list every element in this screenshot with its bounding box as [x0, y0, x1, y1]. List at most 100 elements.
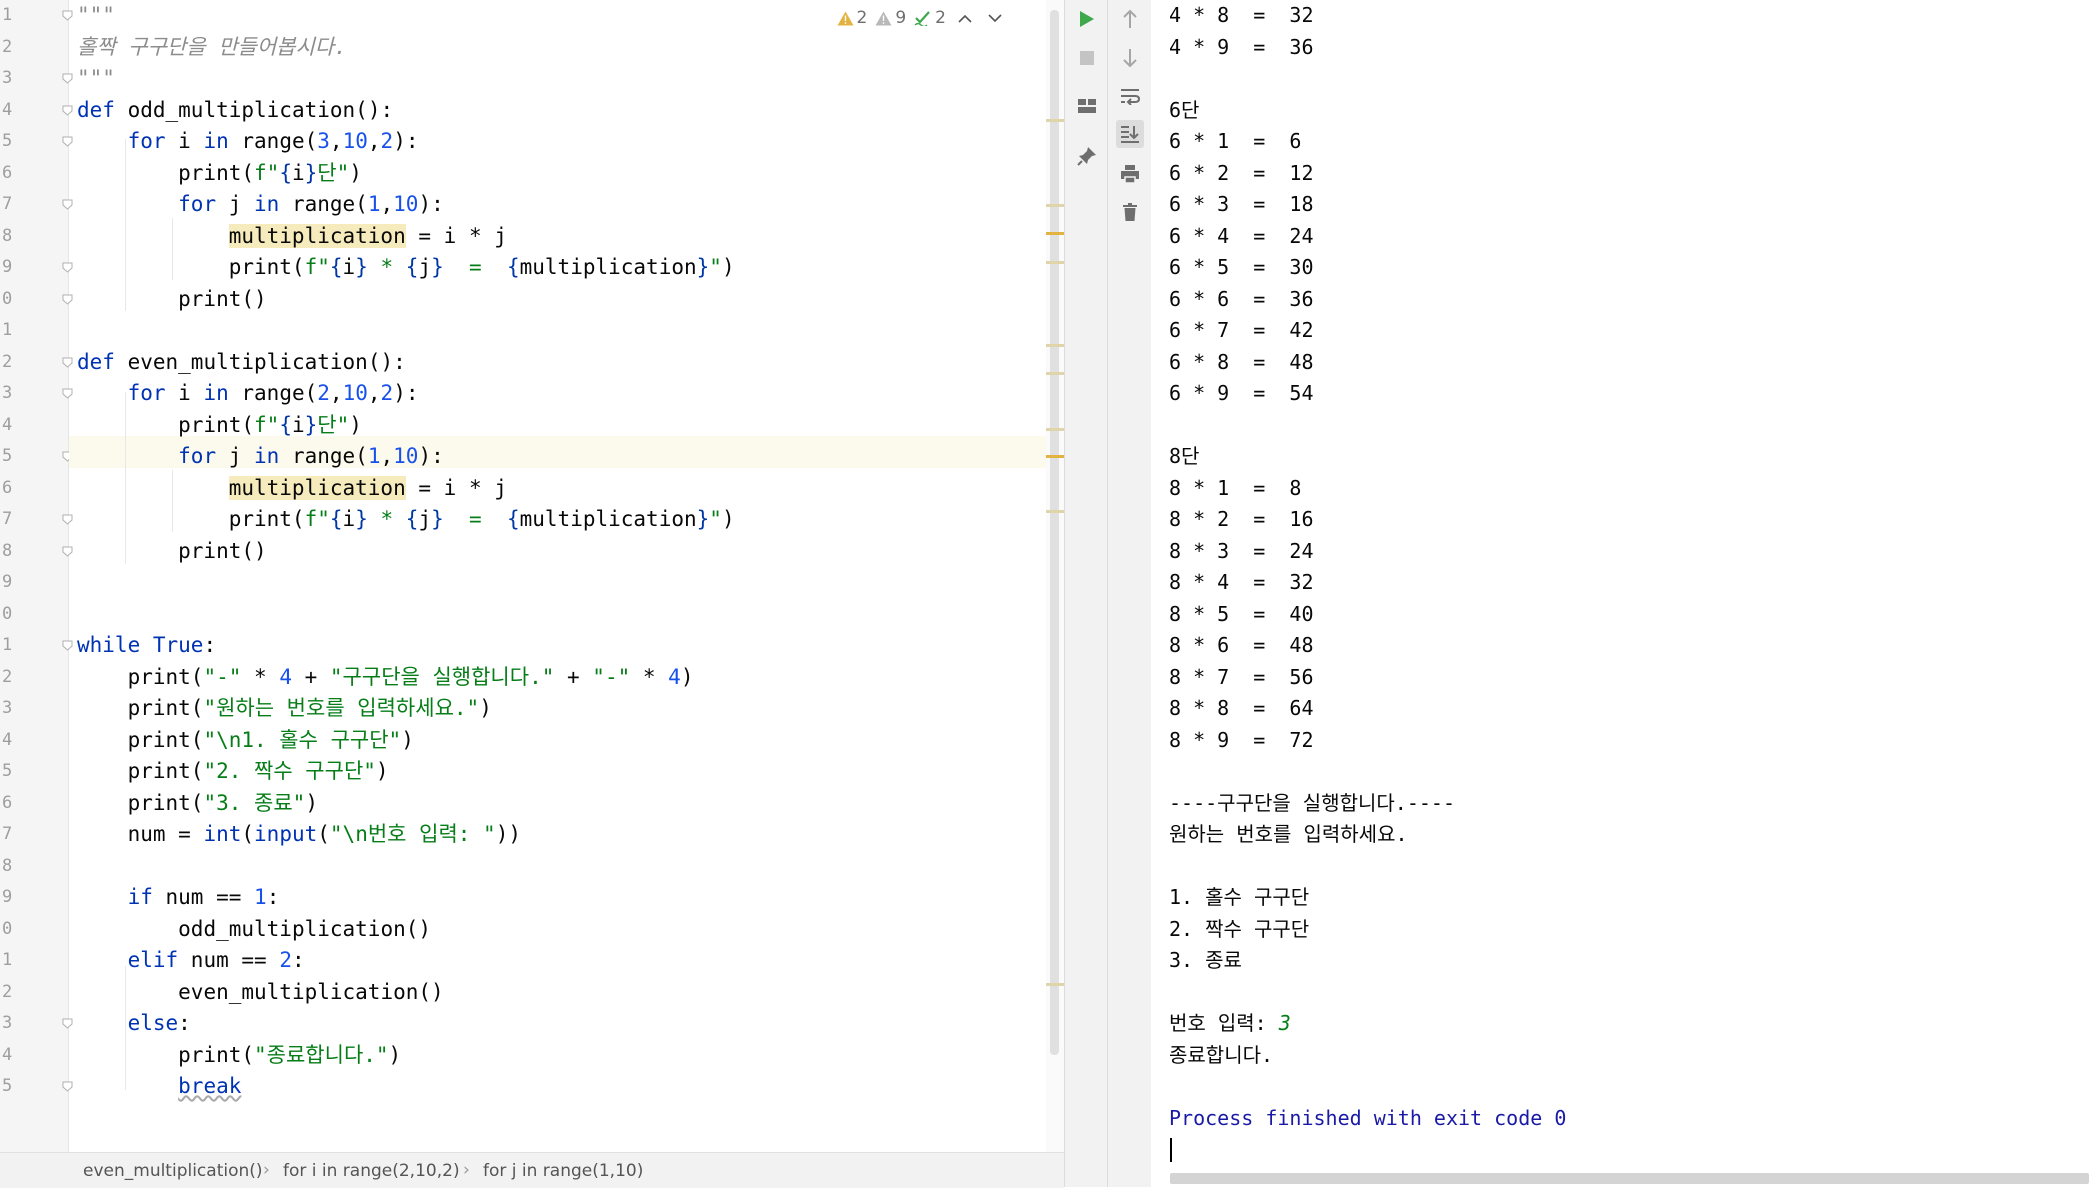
trash-icon [1123, 203, 1137, 221]
code-line: """ [77, 0, 115, 32]
console-line: 8 * 3 = 24 [1169, 538, 1314, 563]
docstring-text: 홀짝 구구단을 만들어봅시다. [77, 34, 347, 59]
console-line: 6 * 6 = 36 [1169, 286, 1314, 311]
code-line: print("-" * 4 + "구구단을 실행합니다." + "-" * 4) [77, 664, 694, 689]
restore-layout-button[interactable] [1073, 92, 1101, 120]
error-stripe-mark[interactable] [1046, 204, 1064, 207]
console-line: 6 * 7 = 42 [1169, 318, 1314, 342]
console-line: 6단 [1169, 97, 1200, 122]
code-line: print() [77, 538, 267, 563]
weak-warnings-indicator[interactable]: 9 [875, 8, 906, 28]
console-line: 번호 입력: 3 [1169, 1011, 1291, 1035]
code-line: while True: [77, 633, 217, 657]
scrollbar-thumb[interactable] [1050, 10, 1059, 1055]
editor-scrollbar[interactable] [1046, 0, 1064, 1152]
inspections-widget[interactable]: 2 9 2 [837, 6, 1006, 30]
keyword: True [152, 633, 204, 657]
string: 번호 입력: " [367, 822, 496, 846]
error-stripe-mark[interactable] [1046, 119, 1064, 122]
code-line: print("종료합니다.") [77, 1042, 402, 1067]
code-line: """ [77, 63, 115, 95]
code-line: odd_multiplication() [178, 916, 432, 941]
error-stripe-mark[interactable] [1046, 510, 1064, 513]
console-line: 6 * 5 = 30 [1169, 255, 1314, 279]
chevron-right-icon: › [463, 1160, 470, 1180]
next-highlight-button[interactable] [984, 7, 1006, 29]
error-stripe-mark[interactable] [1046, 372, 1064, 375]
stop-button[interactable] [1073, 44, 1101, 72]
error-stripe-mark[interactable] [1046, 455, 1064, 458]
run-toolbar [1064, 0, 1108, 1187]
code-line: num = int(input("\n번호 입력: ")) [77, 822, 521, 846]
code-line: def odd_multiplication(): [77, 97, 394, 122]
code-line: even_multiplication() [178, 979, 444, 1004]
code-area[interactable]: """ 홀짝 구구단을 만들어봅시다. """ def odd_multipli… [0, 0, 1050, 1152]
breadcrumb-item[interactable]: for j in range(1,10) [483, 1161, 643, 1181]
chevron-right-icon: › [263, 1160, 270, 1180]
string: "구구단을 실행합니다." [329, 664, 555, 689]
chevron-down-icon [988, 13, 1002, 22]
string: 단 [317, 412, 337, 437]
console-line: ----구구단을 실행합니다.---- [1169, 790, 1456, 815]
string: 홀수 구구단" [279, 727, 402, 752]
error-stripe-mark[interactable] [1046, 344, 1064, 347]
weak-warnings-count: 9 [895, 8, 907, 28]
code-line: for j in range(1,10): [178, 444, 444, 468]
print-button[interactable] [1116, 160, 1144, 188]
console-line: 6 * 9 = 54 [1169, 381, 1314, 405]
warning-icon [837, 11, 854, 25]
function-call: odd_multiplication [178, 916, 406, 941]
console-horizontal-scrollbar[interactable] [1170, 1173, 2089, 1184]
code-line: print(f"{i}단") [77, 412, 362, 437]
process-finished-message: Process finished with exit code 0 [1169, 1105, 1567, 1130]
console-line: 6 * 1 = 6 [1169, 129, 1302, 153]
variable: multiplication [519, 507, 697, 531]
console-line: 8 * 9 = 72 [1169, 727, 1314, 752]
breadcrumb-item[interactable]: for i in range(2,10,2) [283, 1161, 460, 1181]
clear-all-button[interactable] [1116, 198, 1144, 226]
code-line: print("원하는 번호를 입력하세요.") [77, 696, 492, 720]
pin-tab-button[interactable] [1073, 142, 1101, 170]
scroll-to-end-button[interactable] [1116, 120, 1144, 148]
warnings-indicator[interactable]: 2 [837, 8, 867, 28]
function-name: odd_multiplication [127, 97, 356, 122]
number: 3 [317, 129, 330, 153]
console-line: 8 * 2 = 16 [1169, 507, 1314, 531]
soft-wrap-button[interactable] [1116, 82, 1144, 110]
code-line: print("3. 종료") [77, 790, 318, 815]
typos-indicator[interactable]: 2 [914, 8, 946, 28]
number: 1 [367, 192, 381, 216]
error-stripe-mark[interactable] [1046, 232, 1064, 235]
typos-count: 2 [935, 8, 946, 28]
typo-check-icon [914, 11, 930, 26]
run-icon [1080, 11, 1094, 27]
error-stripe-mark[interactable] [1046, 983, 1064, 986]
code-line: print() [77, 286, 267, 311]
console-line: 6 * 3 = 18 [1169, 192, 1314, 216]
string: "종료합니다." [254, 1042, 389, 1067]
string: "\n1. [203, 727, 280, 752]
error-stripe-mark[interactable] [1046, 261, 1064, 264]
user-input-value: 3 [1278, 1011, 1291, 1035]
string: "3. [203, 790, 255, 815]
code-line: if num == 1: [127, 885, 280, 909]
error-stripe-mark[interactable] [1046, 428, 1064, 431]
rerun-button[interactable] [1073, 5, 1101, 33]
up-stack-trace-button[interactable] [1116, 5, 1144, 33]
previous-highlight-button[interactable] [954, 7, 976, 29]
down-stack-trace-button[interactable] [1116, 44, 1144, 72]
run-console-output[interactable]: 4 * 8 = 32 4 * 9 = 36 6단 6 * 1 = 6 6 * 2 = 1… [1151, 0, 2089, 1187]
breadcrumb-item[interactable]: even_multiplication() [83, 1161, 263, 1181]
code-line: 홀짝 구구단을 만들어봅시다. [77, 32, 347, 64]
code-editor[interactable]: 12345678901234567890123456789012345 """ … [0, 0, 1064, 1152]
number: 10 [342, 129, 368, 153]
code-line: multiplication = i * j [228, 223, 507, 248]
console-toolbar [1107, 0, 1152, 1187]
number: 2 [279, 948, 292, 972]
code-line: for j in range(1,10): [178, 192, 444, 216]
number: 1 [254, 885, 267, 909]
scroll-to-end-icon [1121, 126, 1139, 143]
number: 2 [380, 381, 394, 405]
number: 1 [367, 444, 381, 468]
function-call: even_multiplication [178, 979, 419, 1004]
